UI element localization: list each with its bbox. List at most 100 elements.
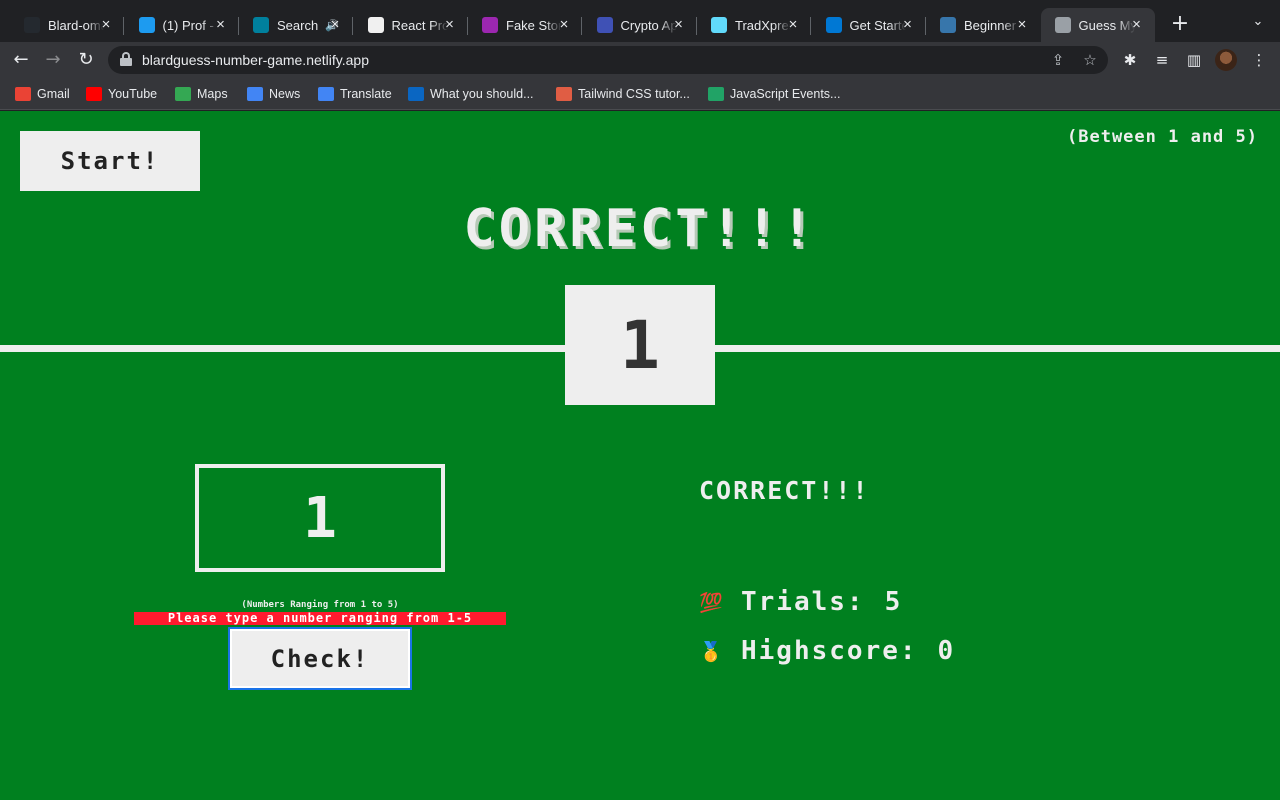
browser-tab[interactable]: (1) Prof - Twitter×	[125, 8, 239, 42]
close-tab-icon[interactable]: ×	[213, 17, 229, 33]
store-icon	[482, 17, 498, 33]
browser-tab[interactable]: Fake Store×	[468, 8, 582, 42]
twitter-icon	[138, 17, 155, 33]
tab-search-icon[interactable]: ⌄	[1248, 14, 1268, 34]
secret-number-box: 1	[565, 285, 715, 405]
browser-tab[interactable]: Beginner ×	[926, 8, 1040, 42]
python-icon	[940, 17, 956, 33]
trials-label: Trials:	[741, 587, 865, 617]
trials-row: 💯 Trials: 5	[699, 587, 902, 617]
bookmark-label: Maps	[197, 87, 228, 101]
guess-input[interactable]	[195, 464, 445, 572]
lock-icon	[120, 52, 132, 66]
browser-tab[interactable]: Crypto App×	[583, 8, 697, 42]
reload-icon[interactable]: ↻	[73, 47, 99, 73]
bookmark-label: Translate	[340, 87, 392, 101]
range-hint: (Between 1 and 5)	[1067, 127, 1258, 147]
bookmark-label: News	[269, 87, 301, 101]
trials-value: 5	[884, 587, 903, 617]
new-tab-button[interactable]: +	[1168, 13, 1192, 37]
browser-tab[interactable]: Guess My ×	[1040, 8, 1155, 42]
forward-icon[interactable]: →	[40, 47, 66, 73]
status-message: CORRECT!!!	[699, 476, 870, 505]
bookmark-label: Gmail	[37, 87, 70, 101]
gmail-icon	[15, 87, 31, 101]
ycombinator-icon	[367, 17, 384, 33]
bookmarks-bar: Gmail YouTube Maps News Translate What you sh…	[0, 78, 1280, 110]
globe-icon	[1054, 17, 1071, 33]
profile-avatar[interactable]	[1215, 49, 1237, 71]
youtube-icon	[86, 87, 102, 101]
video-icon	[408, 87, 424, 101]
tailwind-icon	[556, 87, 572, 101]
close-tab-icon[interactable]: ×	[327, 17, 343, 33]
bookmark-star-icon[interactable]: ☆	[1080, 50, 1100, 70]
github-icon	[24, 17, 40, 33]
browser-tab[interactable]: Get Started×	[812, 8, 926, 42]
close-tab-icon[interactable]: ×	[671, 17, 687, 33]
close-tab-icon[interactable]: ×	[1129, 17, 1145, 33]
tab-label: TradXpress	[735, 17, 791, 33]
tab-label: Get Started	[849, 17, 906, 33]
bookmark-label: What you should...	[430, 87, 534, 101]
highscore-label: Highscore:	[741, 636, 918, 666]
address-bar[interactable]: blardguess-number-game.netlify.app ⇪ ☆	[108, 46, 1108, 74]
bookmark-label: Tailwind CSS tutor...	[578, 87, 690, 101]
bookmark-label: JavaScript Events...	[730, 87, 841, 101]
browser-toolbar: ← → ↻ blardguess-number-game.netlify.app…	[0, 42, 1280, 78]
side-panel-icon[interactable]: ▥	[1183, 49, 1205, 71]
tab-label: Beginner	[964, 17, 1017, 33]
maps-icon	[175, 87, 191, 101]
highscore-value: 0	[937, 636, 956, 666]
tab-label: Fake Store	[506, 17, 562, 33]
vscode-icon	[825, 17, 842, 33]
game-page: Start! (Between 1 and 5) CORRECT!!! 1 (N…	[0, 111, 1280, 800]
bookmark-label: YouTube	[108, 87, 158, 101]
bookmark-item[interactable]: Tailwind CSS tutor...	[556, 85, 690, 103]
tab-label: Guess My	[1078, 17, 1135, 33]
bing-icon	[253, 17, 269, 33]
bookmark-item[interactable]: Gmail	[15, 85, 70, 103]
close-tab-icon[interactable]: ×	[900, 17, 916, 33]
bookmark-item[interactable]: What you should...	[408, 85, 534, 103]
start-button[interactable]: Start!	[20, 131, 200, 191]
range-helper-text: (Numbers Ranging from 1 to 5)	[241, 600, 399, 610]
menu-kebab-icon[interactable]: ⋮	[1248, 49, 1270, 71]
crypto-icon	[596, 17, 613, 33]
close-tab-icon[interactable]: ×	[1014, 17, 1030, 33]
error-message: Please type a number ranging from 1-5	[134, 612, 506, 625]
tab-label: Blard-omar	[48, 17, 104, 33]
share-icon[interactable]: ⇪	[1048, 50, 1068, 70]
browser-tab[interactable]: Search 🔊 ×	[239, 8, 353, 42]
browser-tab[interactable]: TradXpress×	[697, 8, 811, 42]
hundred-points-icon: 💯	[699, 591, 725, 614]
bookmark-item[interactable]: YouTube	[86, 85, 157, 103]
wp-icon	[708, 87, 724, 101]
bookmark-item[interactable]: Translate	[318, 85, 392, 103]
gold-medal-icon: 🥇	[699, 640, 725, 663]
news-icon	[247, 87, 263, 101]
tab-label: (1) Prof - Twitter	[162, 17, 219, 33]
bookmark-item[interactable]: News	[247, 85, 300, 103]
bookmark-item[interactable]: Maps	[175, 85, 228, 103]
back-icon[interactable]: ←	[8, 47, 34, 73]
media-queue-icon[interactable]: ≡	[1151, 49, 1173, 71]
highscore-row: 🥇 Highscore: 0	[699, 636, 955, 666]
browser-tab[interactable]: React Pro ×	[354, 8, 468, 42]
close-tab-icon[interactable]: ×	[785, 17, 801, 33]
headline-message: CORRECT!!!	[463, 199, 817, 259]
close-tab-icon[interactable]: ×	[442, 17, 458, 33]
close-tab-icon[interactable]: ×	[556, 17, 572, 33]
check-button[interactable]: Check!	[228, 627, 412, 690]
browser-tab[interactable]: Blard-omar×	[10, 8, 124, 42]
tab-label: Crypto App	[620, 17, 677, 33]
extensions-icon[interactable]: ✱	[1119, 49, 1141, 71]
tab-label: Search	[277, 17, 319, 33]
translate-icon	[318, 87, 334, 101]
tab-strip: Blard-omar×(1) Prof - Twitter×Search🔊×Re…	[0, 0, 1280, 42]
react-icon	[711, 17, 727, 33]
close-tab-icon[interactable]: ×	[98, 17, 114, 33]
url-text[interactable]: blardguess-number-game.netlify.app	[142, 52, 369, 68]
tab-label: React Pro	[391, 17, 448, 33]
bookmark-item[interactable]: JavaScript Events...	[708, 85, 840, 103]
